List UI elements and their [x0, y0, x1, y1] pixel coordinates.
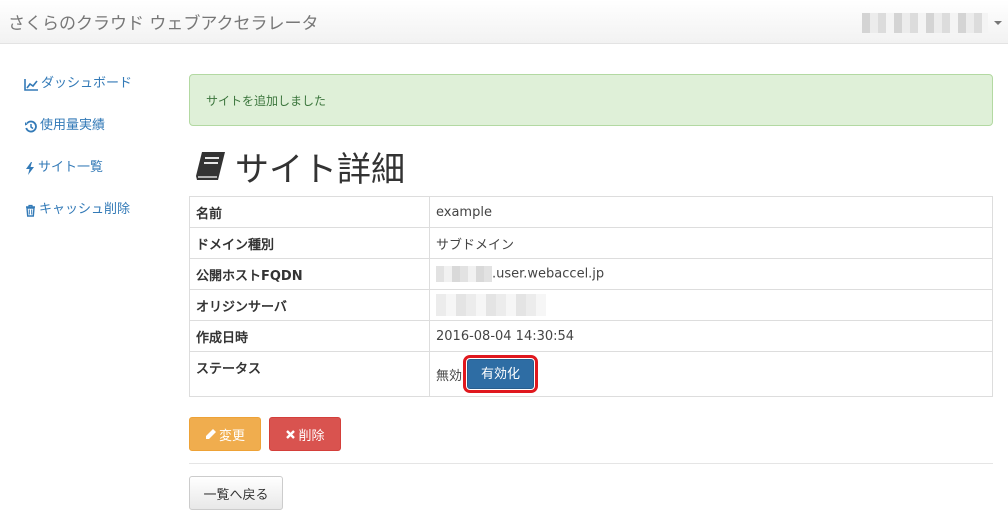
- table-row: 作成日時 2016-08-04 14:30:54: [189, 320, 993, 352]
- sidebar-item-cache-purge[interactable]: キャッシュ削除: [24, 200, 130, 220]
- status-value: 無効: [436, 368, 463, 384]
- table-row: 公開ホストFQDN .user.webaccel.jp: [189, 258, 993, 290]
- fqdn-suffix: .user.webaccel.jp: [492, 266, 605, 282]
- table-row: オリジンサーバ: [189, 289, 993, 321]
- fqdn-label: 公開ホストFQDN: [189, 258, 430, 290]
- close-icon: [286, 429, 296, 439]
- alert-message: サイトを追加しました: [206, 94, 327, 108]
- origin-label: オリジンサーバ: [189, 289, 430, 321]
- name-label: 名前: [189, 196, 430, 228]
- sidebar-item-label: 使用量実績: [40, 118, 106, 133]
- table-row: ステータス 無効 有効化: [189, 351, 993, 397]
- success-alert: サイトを追加しました: [189, 74, 993, 126]
- caret-down-icon: [994, 21, 1002, 25]
- status-cell: 無効 有効化: [429, 351, 993, 397]
- table-row: ドメイン種別 サブドメイン: [189, 227, 993, 259]
- divider: [189, 463, 993, 464]
- edit-button[interactable]: 変更: [189, 417, 261, 451]
- line-chart-icon: [24, 78, 38, 91]
- top-navbar: さくらのクラウド ウェブアクセラレータ: [0, 0, 1008, 44]
- created-value: 2016-08-04 14:30:54: [429, 320, 993, 352]
- edit-button-label: 変更: [218, 428, 245, 444]
- highlight-box: 有効化: [463, 355, 539, 393]
- redacted-origin: [436, 294, 546, 316]
- redacted-subdomain: [436, 266, 492, 282]
- site-detail-table: 名前 example ドメイン種別 サブドメイン 公開ホストFQDN .user…: [189, 196, 993, 397]
- sidebar-item-dashboard[interactable]: ダッシュボード: [24, 74, 132, 94]
- domain-type-value: サブドメイン: [429, 227, 993, 259]
- sidebar-item-usage[interactable]: 使用量実績: [24, 116, 105, 136]
- history-icon: [25, 120, 37, 132]
- back-button-label: 一覧へ戻る: [203, 487, 269, 503]
- table-row: 名前 example: [189, 196, 993, 228]
- enable-button[interactable]: 有効化: [467, 359, 535, 389]
- sidebar-item-sites[interactable]: サイト一覧: [24, 158, 103, 178]
- pencil-icon: [205, 429, 216, 439]
- back-to-list-button[interactable]: 一覧へ戻る: [189, 476, 283, 510]
- delete-button-label: 削除: [298, 428, 325, 444]
- created-label: 作成日時: [189, 320, 430, 352]
- book-icon: [196, 152, 225, 180]
- redacted-username: [862, 13, 988, 33]
- status-label: ステータス: [189, 351, 430, 397]
- page-heading: サイト詳細: [193, 144, 405, 190]
- sidebar-item-label: サイト一覧: [38, 160, 104, 175]
- sidebar-item-label: キャッシュ削除: [39, 202, 131, 217]
- bolt-icon: [26, 161, 34, 175]
- app-brand[interactable]: さくらのクラウド ウェブアクセラレータ: [8, 9, 319, 34]
- page-title: サイト詳細: [235, 149, 405, 190]
- domain-type-label: ドメイン種別: [189, 227, 430, 259]
- delete-button[interactable]: 削除: [269, 417, 341, 451]
- origin-value: [429, 289, 993, 321]
- sidebar-item-label: ダッシュボード: [41, 76, 133, 91]
- trash-icon: [26, 204, 35, 217]
- fqdn-value: .user.webaccel.jp: [429, 258, 993, 290]
- user-menu[interactable]: [862, 13, 1008, 33]
- name-value: example: [429, 196, 993, 228]
